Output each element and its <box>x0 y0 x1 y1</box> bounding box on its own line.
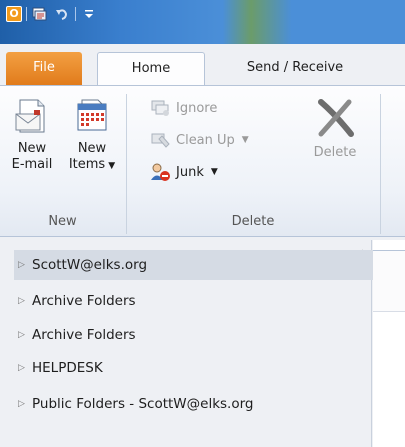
qat-separator <box>26 7 27 21</box>
tab-send-receive[interactable]: Send / Receive <box>210 52 380 86</box>
chevron-down-icon: ▼ <box>241 135 249 145</box>
folder-label: Public Folders - ScottW@elks.org <box>32 396 254 412</box>
junk-label: Junk <box>176 164 204 180</box>
folder-item-archive-1[interactable]: ▷ Archive Folders <box>14 286 374 316</box>
expand-triangle-icon[interactable]: ▷ <box>18 363 32 373</box>
customize-qat-icon[interactable] <box>80 5 98 23</box>
folder-label: HELPDESK <box>32 360 103 376</box>
expand-triangle-icon[interactable]: ▷ <box>18 260 32 270</box>
qat-separator <box>75 7 76 21</box>
new-email-line1: New <box>17 141 47 156</box>
chevron-down-icon: ▼ <box>210 167 218 177</box>
clean-up-label: Clean Up <box>176 132 235 148</box>
delete-x-icon <box>318 99 354 137</box>
junk-button[interactable]: Junk ▼ <box>150 160 218 184</box>
outlook-icon[interactable]: O <box>6 6 22 22</box>
folder-label: Archive Folders <box>32 327 136 343</box>
expand-triangle-icon[interactable]: ▷ <box>18 296 32 306</box>
group-separator <box>126 94 127 234</box>
title-bar: O <box>0 0 405 44</box>
content-header <box>373 250 405 312</box>
ribbon: NewE-mail NewItems▼ Ignore Clean Up▼ <box>0 85 405 237</box>
tab-home[interactable]: Home <box>97 52 205 86</box>
navigation-pane: < ▷ ScottW@elks.org ▷ Archive Folders ▷ … <box>0 240 374 447</box>
folder-label: ScottW@elks.org <box>32 257 148 273</box>
ignore-icon <box>151 100 169 116</box>
ignore-label: Ignore <box>176 100 218 116</box>
folder-label: Archive Folders <box>32 293 136 309</box>
clean-up-icon <box>151 133 170 148</box>
junk-icon <box>151 163 170 181</box>
undo-icon[interactable] <box>53 5 71 23</box>
ignore-button[interactable]: Ignore <box>150 96 217 120</box>
group-separator <box>380 94 381 234</box>
expand-triangle-icon[interactable]: ▷ <box>18 399 32 409</box>
new-email-button[interactable]: New E-mail <box>4 96 60 173</box>
group-label-new: New <box>48 214 77 229</box>
new-email-icon <box>15 99 45 133</box>
folder-item-public-folders[interactable]: ▷ Public Folders - ScottW@elks.org <box>14 389 374 419</box>
tab-file[interactable]: File <box>6 52 82 86</box>
content-area <box>373 240 405 447</box>
delete-label: Delete <box>313 145 357 160</box>
new-items-line1: New <box>77 141 107 156</box>
delete-button[interactable]: Delete <box>290 96 380 161</box>
group-label-delete: Delete <box>231 214 275 229</box>
chevron-down-icon: ▼ <box>108 161 116 171</box>
folder-item-scottw[interactable]: ▷ ScottW@elks.org <box>14 250 374 280</box>
new-items-line2: Items <box>68 157 106 172</box>
ribbon-tabs: File Home Send / Receive <box>0 44 405 86</box>
folder-item-helpdesk[interactable]: ▷ HELPDESK <box>14 353 374 383</box>
send-receive-all-icon[interactable] <box>31 5 49 23</box>
new-items-button[interactable]: New Items ▼ <box>64 96 120 174</box>
new-email-line2: E-mail <box>11 157 53 172</box>
expand-triangle-icon[interactable]: ▷ <box>18 330 32 340</box>
new-items-icon <box>77 99 107 131</box>
quick-access-toolbar: O <box>6 3 98 25</box>
folder-item-archive-2[interactable]: ▷ Archive Folders <box>14 320 374 350</box>
clean-up-button[interactable]: Clean Up ▼ <box>150 128 249 152</box>
